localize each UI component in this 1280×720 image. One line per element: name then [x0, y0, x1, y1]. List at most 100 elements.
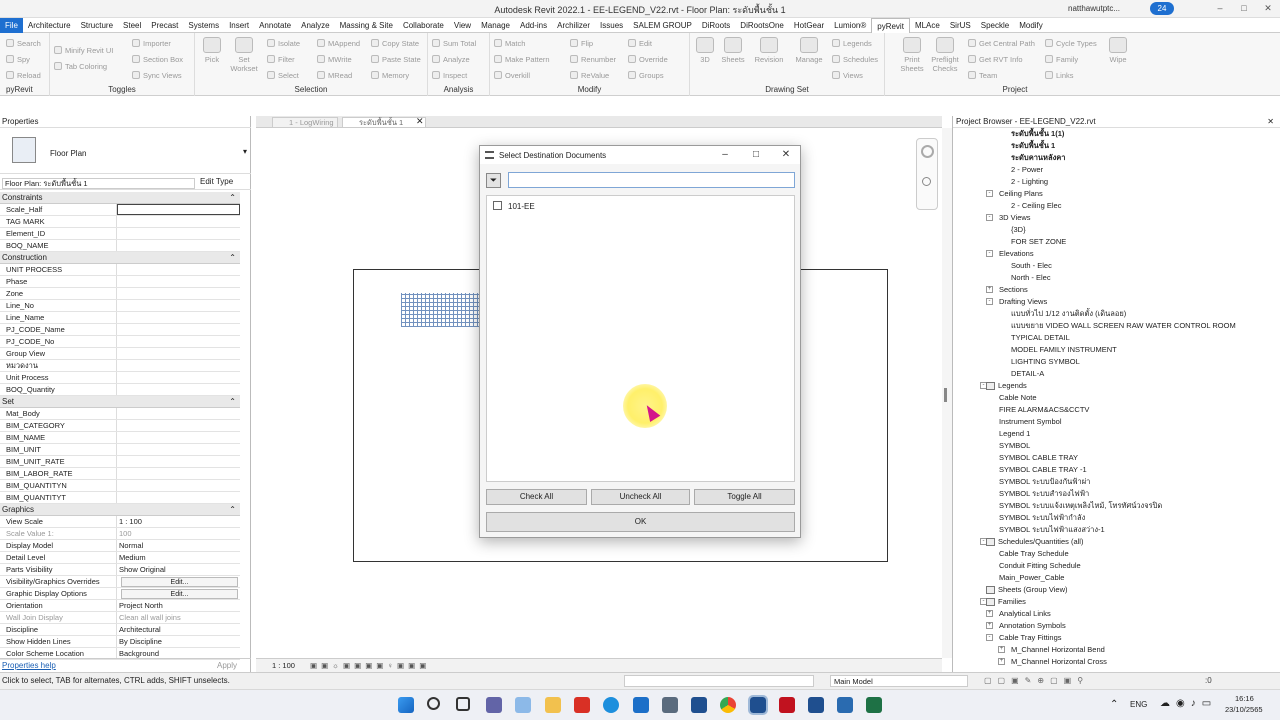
central-path-button[interactable]: Get Central Path: [968, 38, 1035, 49]
edit-button[interactable]: Edit...: [121, 577, 238, 587]
tab-hotgear[interactable]: HotGear: [789, 18, 829, 33]
zoom-icon[interactable]: [922, 177, 931, 186]
workset-selector[interactable]: [624, 675, 814, 687]
set-workset-button[interactable]: Set Workset: [229, 37, 259, 73]
chevron-down-icon[interactable]: ▾: [243, 147, 247, 156]
tree-node[interactable]: Instrument Symbol: [953, 416, 1275, 428]
tab-precast[interactable]: Precast: [146, 18, 183, 33]
tab-dirootsone[interactable]: DiRootsOne: [735, 18, 789, 33]
override-button[interactable]: Override: [628, 54, 668, 65]
property-value[interactable]: 1 : 100: [117, 516, 240, 527]
filter-ribbon-button[interactable]: Filter: [267, 54, 295, 65]
sync-views-button[interactable]: Sync Views: [132, 70, 182, 81]
pdf-icon[interactable]: [574, 697, 590, 713]
tree-node[interactable]: แบบขยาย VIDEO WALL SCREEN RAW WATER CONT…: [953, 320, 1275, 332]
filter-button[interactable]: ⏷: [486, 173, 501, 188]
tree-node[interactable]: Cable Note: [953, 392, 1275, 404]
tab-speckle[interactable]: Speckle: [976, 18, 1014, 33]
property-value[interactable]: Normal: [117, 540, 240, 551]
manage-button[interactable]: Manage: [794, 37, 824, 64]
select-button[interactable]: Select: [267, 70, 299, 81]
minimize-icon[interactable]: –: [1214, 2, 1226, 14]
property-value[interactable]: Show Original: [117, 564, 240, 575]
tree-node[interactable]: Conduit Fitting Schedule: [953, 560, 1275, 572]
edit-button[interactable]: Edit: [628, 38, 652, 49]
property-group-header[interactable]: Set: [0, 396, 240, 408]
tab-view[interactable]: View: [449, 18, 476, 33]
tab-add-ins[interactable]: Add-ins: [515, 18, 552, 33]
property-value[interactable]: Clean all wall joins: [117, 612, 240, 623]
properties-help-link[interactable]: Properties help: [2, 659, 56, 672]
tree-node[interactable]: FIRE ALARM&ACS&CCTV: [953, 404, 1275, 416]
apply-button[interactable]: Apply: [217, 659, 237, 672]
expand-icon[interactable]: +: [998, 658, 1005, 665]
collapse-icon[interactable]: -: [986, 634, 993, 641]
close-icon[interactable]: ✕: [1267, 117, 1274, 126]
toggle-all-button[interactable]: Toggle All: [694, 489, 795, 505]
edit-type-button[interactable]: Edit Type: [200, 177, 233, 186]
property-value[interactable]: [117, 264, 240, 275]
revit-icon[interactable]: [691, 697, 707, 713]
sheets-button[interactable]: Sheets: [718, 37, 748, 64]
teams-icon[interactable]: [486, 697, 502, 713]
copy-state-button[interactable]: Copy State: [371, 38, 419, 49]
sum-total-button[interactable]: Sum Total: [432, 38, 476, 49]
overkill-button[interactable]: Overkill: [494, 70, 530, 81]
mappend-button[interactable]: MAppend: [317, 38, 360, 49]
match-button[interactable]: Match: [494, 38, 525, 49]
property-value[interactable]: 100: [117, 528, 240, 539]
property-value[interactable]: [117, 480, 240, 491]
property-value[interactable]: [117, 348, 240, 359]
tree-node[interactable]: Main_Power_Cable: [953, 572, 1275, 584]
status-icons[interactable]: ▢▢▣✎⊕▢▣⚲: [984, 673, 1089, 689]
3d-button[interactable]: 3D: [690, 37, 720, 64]
mail-icon[interactable]: [633, 697, 649, 713]
tab-massing-site[interactable]: Massing & Site: [335, 18, 398, 33]
tab-archilizer[interactable]: Archilizer: [552, 18, 595, 33]
minimize-icon[interactable]: –: [718, 149, 732, 160]
property-group-header[interactable]: Construction: [0, 252, 240, 264]
property-value[interactable]: [117, 300, 240, 311]
view-scale[interactable]: 1 : 100: [272, 659, 295, 672]
close-icon[interactable]: ✕: [779, 149, 793, 160]
tab-lumion[interactable]: Lumion®: [829, 18, 871, 33]
tree-node[interactable]: 2 - Lighting: [953, 176, 1275, 188]
make-pattern-button[interactable]: Make Pattern: [494, 54, 550, 65]
tree-node[interactable]: MODEL FAMILY INSTRUMENT: [953, 344, 1275, 356]
tree-node[interactable]: North - Elec: [953, 272, 1275, 284]
clock-date[interactable]: 23/10/2565: [1225, 705, 1263, 714]
property-value[interactable]: [117, 468, 240, 479]
collapse-icon[interactable]: -: [986, 190, 993, 197]
property-value[interactable]: [117, 420, 240, 431]
collapse-icon[interactable]: -: [986, 298, 993, 305]
tree-node[interactable]: + Sections: [953, 284, 1275, 296]
tree-node[interactable]: 2 - Power: [953, 164, 1275, 176]
property-value[interactable]: By Discipline: [117, 636, 240, 647]
legend-graphic[interactable]: [401, 293, 479, 327]
property-value[interactable]: [117, 432, 240, 443]
property-value[interactable]: Project North: [117, 600, 240, 611]
expand-icon[interactable]: +: [986, 286, 993, 293]
tab-architecture[interactable]: Architecture: [23, 18, 76, 33]
tree-node[interactable]: South - Elec: [953, 260, 1275, 272]
wipe-button[interactable]: Wipe: [1103, 37, 1133, 64]
schedules-button[interactable]: Schedules: [832, 54, 878, 65]
canvas-scroll-thumb[interactable]: [944, 388, 947, 402]
property-value[interactable]: [117, 444, 240, 455]
rvt-info-button[interactable]: Get RVT Info: [968, 54, 1023, 65]
property-value[interactable]: [117, 312, 240, 323]
tree-node[interactable]: SYMBOL: [953, 440, 1275, 452]
property-value[interactable]: [117, 456, 240, 467]
tree-node[interactable]: SYMBOL ระบบสำรองไฟฟ้า: [953, 488, 1275, 500]
search-input[interactable]: [508, 172, 795, 188]
property-value[interactable]: [117, 336, 240, 347]
revalue-button[interactable]: ReValue: [570, 70, 609, 81]
edge-icon[interactable]: [603, 697, 619, 713]
groups-button[interactable]: Groups: [628, 70, 664, 81]
tab-systems[interactable]: Systems: [183, 18, 224, 33]
widgets-icon[interactable]: [515, 697, 531, 713]
expand-icon[interactable]: +: [986, 610, 993, 617]
mwrite-button[interactable]: MWrite: [317, 54, 352, 65]
expand-icon[interactable]: +: [998, 646, 1005, 653]
view-control-icons[interactable]: ▣▣☼▣▣▣▣♀▣▣▣: [310, 659, 430, 672]
